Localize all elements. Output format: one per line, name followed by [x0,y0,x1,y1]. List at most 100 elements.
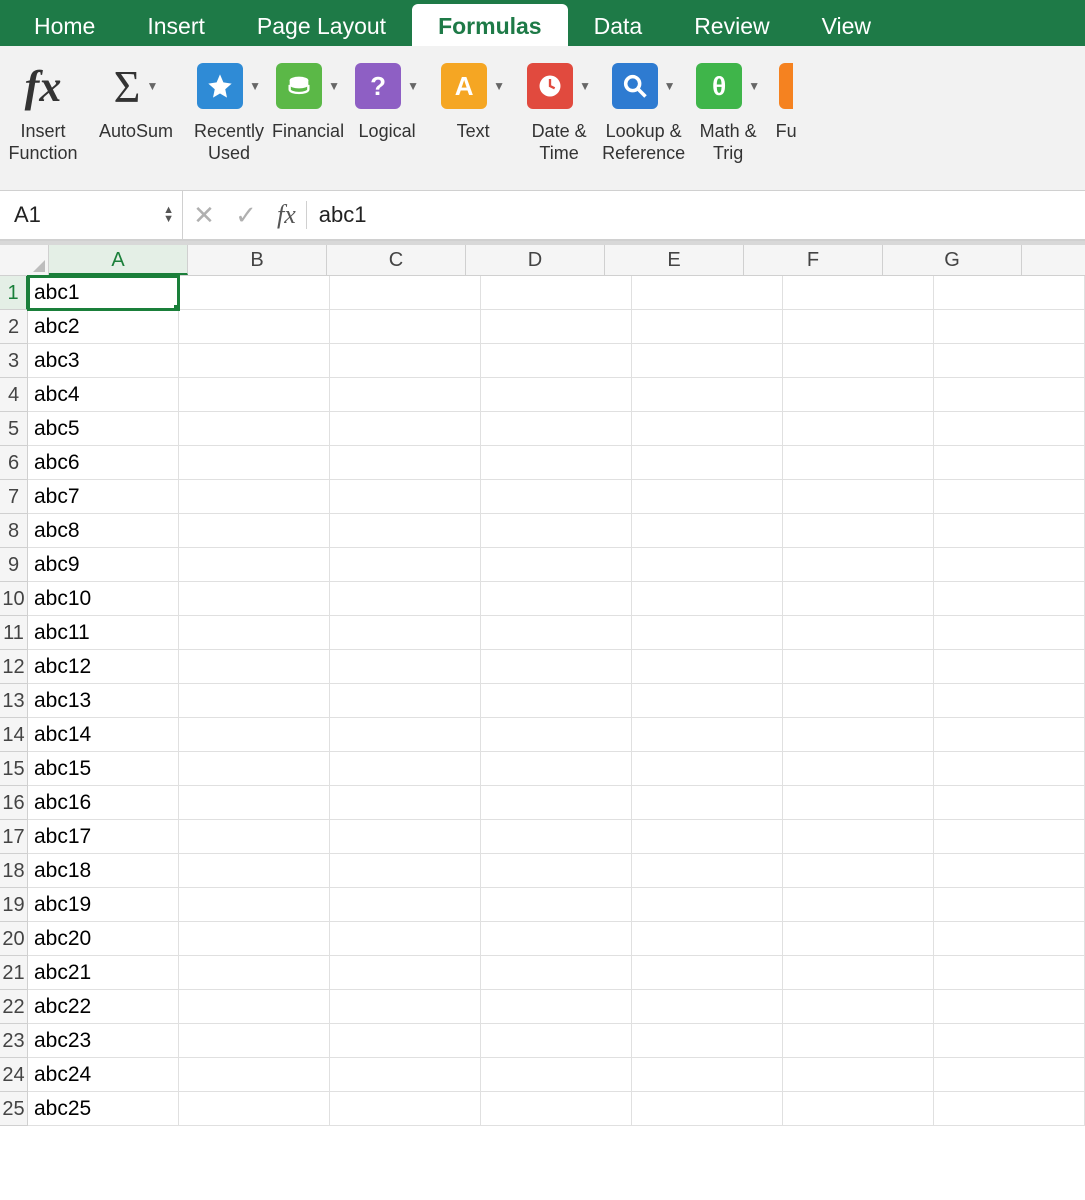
cell-E4[interactable] [632,378,783,412]
cell-E25[interactable] [632,1092,783,1126]
cell-F25[interactable] [783,1092,934,1126]
row-header-24[interactable]: 24 [0,1058,28,1092]
cell-C20[interactable] [330,922,481,956]
cell-D18[interactable] [481,854,632,888]
cell-C23[interactable] [330,1024,481,1058]
cell-D5[interactable] [481,412,632,446]
cell-B21[interactable] [179,956,330,990]
cell-G14[interactable] [934,718,1085,752]
cell-E21[interactable] [632,956,783,990]
cell-A2[interactable]: abc2 [28,310,179,344]
formula-input[interactable]: abc1 [307,202,1085,228]
cell-F1[interactable] [783,276,934,310]
cell-E11[interactable] [632,616,783,650]
cell-A18[interactable]: abc18 [28,854,179,888]
cell-G5[interactable] [934,412,1085,446]
cell-A21[interactable]: abc21 [28,956,179,990]
row-header-19[interactable]: 19 [0,888,28,922]
cell-F20[interactable] [783,922,934,956]
cell-G1[interactable] [934,276,1085,310]
cell-B11[interactable] [179,616,330,650]
cell-E6[interactable] [632,446,783,480]
row-header-11[interactable]: 11 [0,616,28,650]
cell-F19[interactable] [783,888,934,922]
row-header-22[interactable]: 22 [0,990,28,1024]
cell-G24[interactable] [934,1058,1085,1092]
cell-G13[interactable] [934,684,1085,718]
cell-A4[interactable]: abc4 [28,378,179,412]
cell-A6[interactable]: abc6 [28,446,179,480]
cell-D22[interactable] [481,990,632,1024]
cell-C16[interactable] [330,786,481,820]
cell-C8[interactable] [330,514,481,548]
cell-E14[interactable] [632,718,783,752]
tab-insert[interactable]: Insert [121,0,231,46]
cell-G6[interactable] [934,446,1085,480]
cell-E8[interactable] [632,514,783,548]
row-header-1[interactable]: 1 [0,276,28,310]
cell-A13[interactable]: abc13 [28,684,179,718]
cell-E9[interactable] [632,548,783,582]
cell-B1[interactable] [179,276,330,310]
cell-A10[interactable]: abc10 [28,582,179,616]
cell-C15[interactable] [330,752,481,786]
cell-G9[interactable] [934,548,1085,582]
cell-D24[interactable] [481,1058,632,1092]
cell-C6[interactable] [330,446,481,480]
column-header-A[interactable]: A [49,245,188,275]
cell-D12[interactable] [481,650,632,684]
cell-F8[interactable] [783,514,934,548]
tab-home[interactable]: Home [8,0,121,46]
cell-G8[interactable] [934,514,1085,548]
date-time-button[interactable]: ▼ Date &Time [524,56,594,164]
cell-G15[interactable] [934,752,1085,786]
cell-B19[interactable] [179,888,330,922]
recently-used-button[interactable]: ▼ RecentlyUsed [194,56,264,164]
cell-E22[interactable] [632,990,783,1024]
cell-E24[interactable] [632,1058,783,1092]
cell-D20[interactable] [481,922,632,956]
cell-C14[interactable] [330,718,481,752]
column-header-F[interactable]: F [744,245,883,275]
cell-G20[interactable] [934,922,1085,956]
cell-G12[interactable] [934,650,1085,684]
cell-A8[interactable]: abc8 [28,514,179,548]
cell-F14[interactable] [783,718,934,752]
cell-B18[interactable] [179,854,330,888]
cell-G25[interactable] [934,1092,1085,1126]
cell-B7[interactable] [179,480,330,514]
cell-D1[interactable] [481,276,632,310]
cell-D9[interactable] [481,548,632,582]
cell-A11[interactable]: abc11 [28,616,179,650]
cell-D19[interactable] [481,888,632,922]
cell-C9[interactable] [330,548,481,582]
cancel-formula-button[interactable]: ✕ [183,200,225,231]
cell-F23[interactable] [783,1024,934,1058]
cell-G22[interactable] [934,990,1085,1024]
cell-G18[interactable] [934,854,1085,888]
row-header-13[interactable]: 13 [0,684,28,718]
row-header-12[interactable]: 12 [0,650,28,684]
row-header-25[interactable]: 25 [0,1092,28,1126]
insert-function-button[interactable]: fx InsertFunction [8,56,78,164]
cell-G17[interactable] [934,820,1085,854]
cell-C10[interactable] [330,582,481,616]
cell-B15[interactable] [179,752,330,786]
cell-B6[interactable] [179,446,330,480]
cell-E17[interactable] [632,820,783,854]
cell-B17[interactable] [179,820,330,854]
cell-B20[interactable] [179,922,330,956]
cell-F6[interactable] [783,446,934,480]
cell-B14[interactable] [179,718,330,752]
more-functions-button[interactable]: Fu [771,56,801,142]
cell-C19[interactable] [330,888,481,922]
cell-C18[interactable] [330,854,481,888]
row-header-23[interactable]: 23 [0,1024,28,1058]
select-all-corner[interactable] [0,245,49,275]
row-header-2[interactable]: 2 [0,310,28,344]
confirm-formula-button[interactable]: ✓ [225,200,267,231]
cell-C25[interactable] [330,1092,481,1126]
cell-A16[interactable]: abc16 [28,786,179,820]
cell-C21[interactable] [330,956,481,990]
cell-A3[interactable]: abc3 [28,344,179,378]
